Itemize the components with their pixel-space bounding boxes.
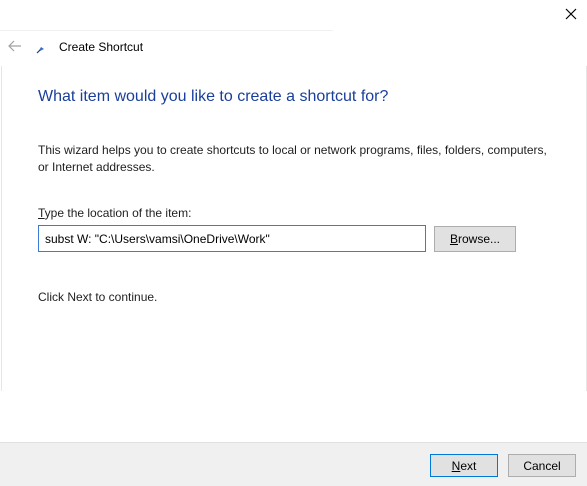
page-heading: What item would you like to create a sho… xyxy=(38,88,389,105)
wizard-footer xyxy=(0,442,587,486)
close-button[interactable] xyxy=(561,4,581,24)
close-icon xyxy=(565,8,577,20)
back-arrow-icon[interactable] xyxy=(8,40,22,52)
next-button[interactable]: Next xyxy=(430,454,498,477)
location-input[interactable] xyxy=(38,225,426,252)
location-label-accesskey: T xyxy=(38,206,45,220)
wizard-title: Create Shortcut xyxy=(59,40,144,54)
location-label: Type the location of the item: xyxy=(38,206,191,220)
browse-label: rowse... xyxy=(458,232,501,246)
location-label-text: ype the location of the item: xyxy=(44,206,192,220)
wizard-description: This wizard helps you to create shortcut… xyxy=(38,143,547,174)
browse-button[interactable]: Browse... xyxy=(434,226,516,252)
continue-instruction: Click Next to continue. xyxy=(38,290,158,304)
browse-accesskey: B xyxy=(449,232,458,246)
shortcut-wizard-icon xyxy=(36,47,44,54)
next-label: ext xyxy=(460,458,477,473)
next-accesskey: N xyxy=(451,458,461,473)
cancel-button[interactable]: Cancel xyxy=(508,454,576,477)
wizard-header: Create Shortcut xyxy=(0,30,333,63)
